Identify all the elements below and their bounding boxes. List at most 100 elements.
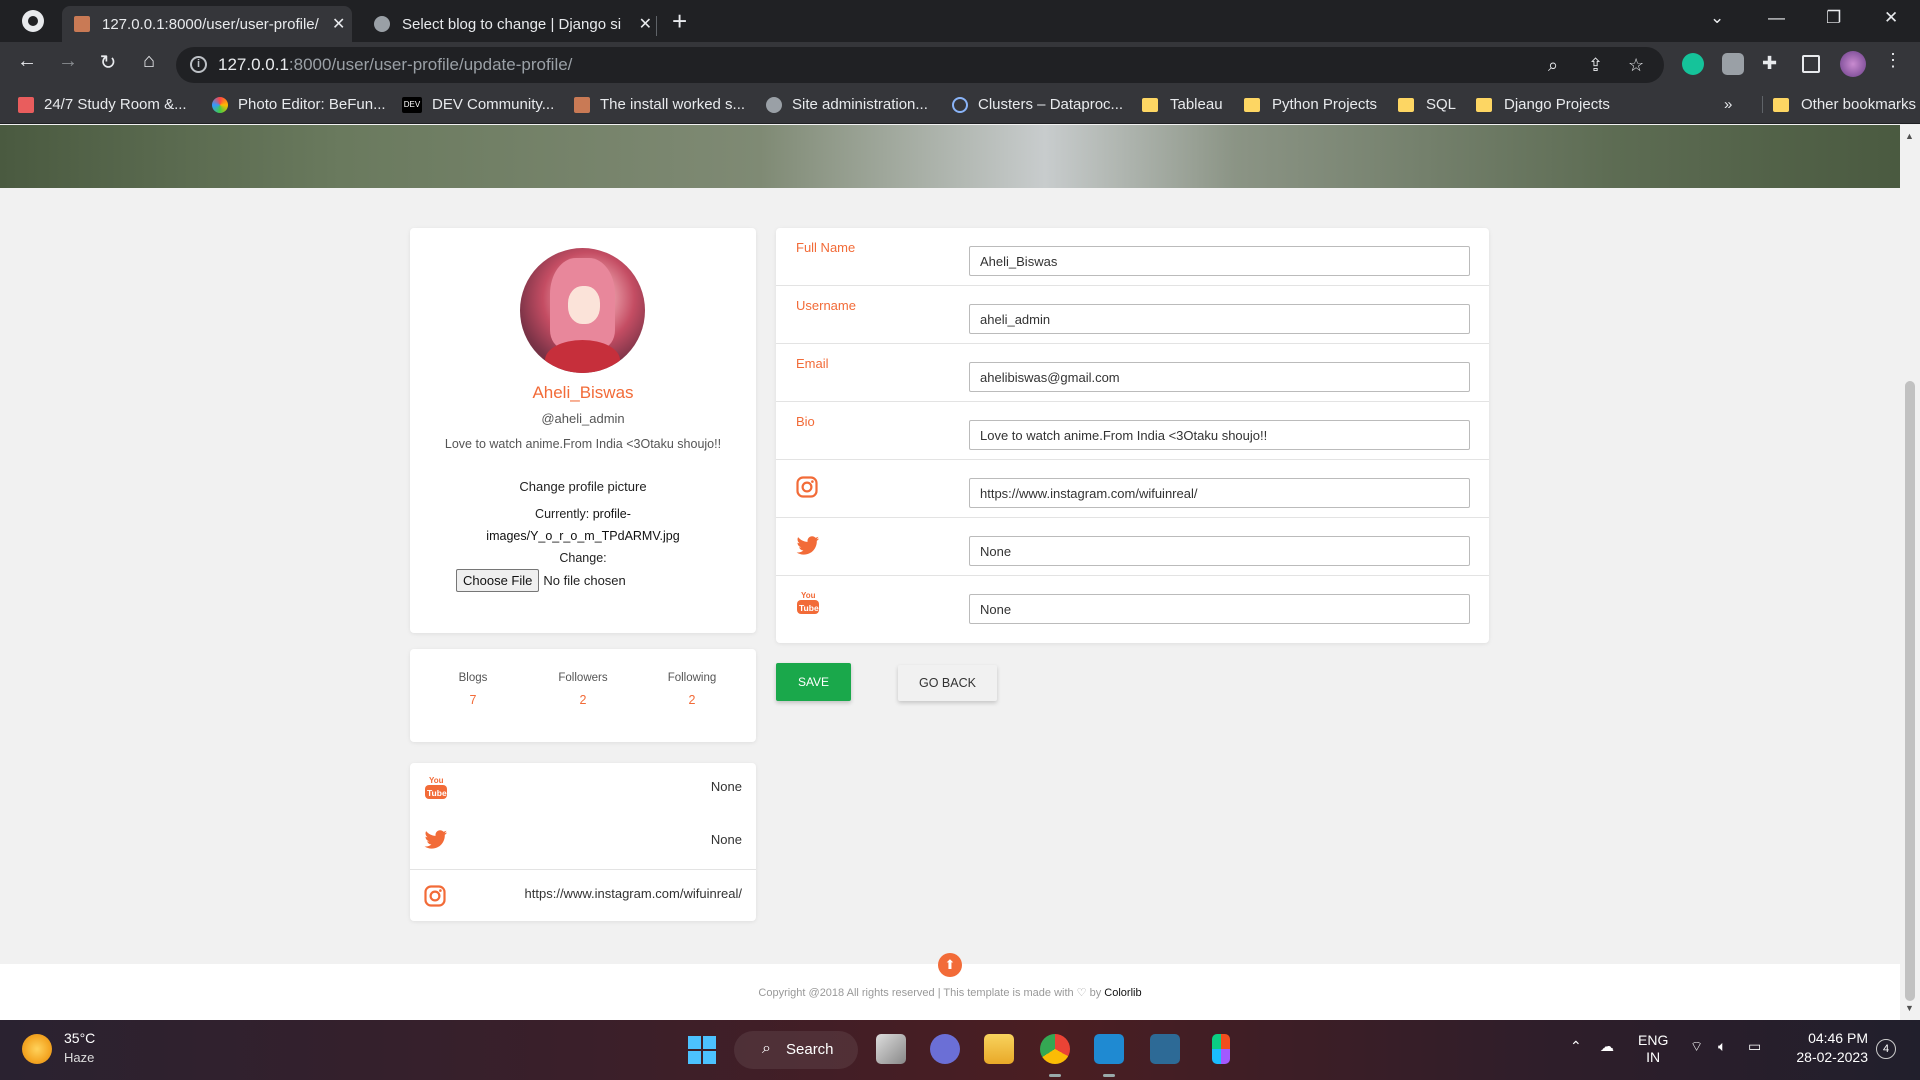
clock[interactable]: 04:46 PM 28-02-2023 xyxy=(1788,1030,1868,1065)
go-back-button[interactable]: GO BACK xyxy=(898,665,997,701)
profile-cover-banner xyxy=(0,125,1900,188)
bookmark-photo-editor[interactable]: Photo Editor: BeFun... xyxy=(212,96,386,113)
mysql-workbench-icon[interactable] xyxy=(1150,1034,1180,1064)
svg-text:You: You xyxy=(429,776,444,785)
wifi-icon[interactable]: ⌔ xyxy=(1690,1038,1703,1056)
notification-badge[interactable]: 4 xyxy=(1876,1039,1896,1059)
scroll-to-top-icon[interactable]: ⬆ xyxy=(938,953,962,977)
social-twitter-row: None xyxy=(410,816,756,866)
onedrive-cloud-icon[interactable]: ☁ xyxy=(1600,1038,1614,1055)
tab-user-profile[interactable]: 127.0.0.1:8000/user/user-profile/ ✕ xyxy=(62,6,352,42)
file-explorer-icon[interactable] xyxy=(984,1034,1014,1064)
choose-file-button[interactable]: Choose File xyxy=(456,569,540,592)
close-tab-icon[interactable]: ✕ xyxy=(639,14,652,34)
profile-name: Aheli_Biswas xyxy=(532,383,634,402)
save-button[interactable]: SAVE xyxy=(776,663,851,701)
bio-label: Bio xyxy=(796,414,815,429)
weather-status[interactable]: Haze xyxy=(64,1050,94,1065)
youtube-field[interactable] xyxy=(969,594,1470,624)
svg-text:Tube: Tube xyxy=(427,788,447,798)
teams-chat-icon[interactable] xyxy=(930,1034,960,1064)
bookmarks-overflow-chevron[interactable]: » xyxy=(1724,96,1732,113)
no-file-text: No file chosen xyxy=(543,573,626,588)
page-scrollbar[interactable]: ▲ ▼ xyxy=(1900,125,1920,1020)
study-room-icon xyxy=(18,96,34,113)
bookmark-dev-community[interactable]: DEV DEV Community... xyxy=(402,96,554,113)
windows-taskbar: 35°C Haze ⌕ Search ⌃ ☁ ENG IN ⌔ 🔈︎ ▭ 04:4… xyxy=(0,1020,1920,1080)
bookmark-install-worked[interactable]: The install worked s... xyxy=(574,96,745,113)
close-tab-icon[interactable]: ✕ xyxy=(332,14,345,34)
bookmark-clusters-dataproc[interactable]: Clusters – Dataproc... xyxy=(952,96,1123,113)
vscode-icon[interactable] xyxy=(1094,1034,1124,1064)
other-bookmarks[interactable]: Other bookmarks xyxy=(1762,96,1916,113)
site-info-icon[interactable]: i xyxy=(190,56,207,73)
weather-temp[interactable]: 35°C xyxy=(64,1030,95,1046)
extensions-puzzle-icon[interactable]: ✚ xyxy=(1762,53,1784,75)
twitter-value: None xyxy=(710,832,742,847)
back-arrow-icon[interactable]: ← xyxy=(12,50,42,73)
instagram-field[interactable] xyxy=(969,478,1470,508)
close-window-icon[interactable]: ✕ xyxy=(1884,8,1898,28)
battery-icon[interactable]: ▭ xyxy=(1748,1038,1761,1055)
volume-icon[interactable]: 🔈︎ xyxy=(1718,1038,1726,1055)
change-picture-title: Change profile picture xyxy=(519,479,647,494)
menu-kebab-icon[interactable]: ⋮ xyxy=(1878,50,1908,71)
colorlib-link[interactable]: Colorlib xyxy=(1104,987,1141,999)
bookmark-python-projects[interactable]: Python Projects xyxy=(1244,96,1377,113)
address-bar[interactable]: i 127.0.0.1:8000/user/user-profile/updat… xyxy=(176,47,1664,83)
folder-icon xyxy=(1142,97,1158,112)
tab-search-chevron-icon[interactable]: ⌄ xyxy=(1710,8,1724,28)
tab-django-admin[interactable]: Select blog to change | Django si ✕ xyxy=(362,6,652,42)
bookmark-site-administration[interactable]: Site administration... xyxy=(766,96,928,113)
avatar[interactable] xyxy=(1840,51,1866,77)
grammarly-extension-icon[interactable] xyxy=(1682,53,1704,75)
stat-following[interactable]: Following 2 xyxy=(637,672,747,707)
weather-sun-icon[interactable] xyxy=(22,1034,52,1064)
social-youtube-row: You Tube None xyxy=(410,763,756,813)
new-tab-icon[interactable]: + xyxy=(672,6,687,37)
language-indicator[interactable]: ENG IN xyxy=(1638,1032,1668,1066)
task-view-icon[interactable] xyxy=(876,1034,906,1064)
reload-icon[interactable]: ↻ xyxy=(93,50,123,75)
taskbar-search[interactable]: ⌕ Search xyxy=(734,1031,858,1069)
windows-start-icon[interactable] xyxy=(688,1036,716,1064)
github-icon[interactable] xyxy=(22,10,44,32)
scroll-down-arrow-icon[interactable]: ▼ xyxy=(1905,1003,1914,1013)
scroll-up-arrow-icon[interactable]: ▲ xyxy=(1905,131,1914,141)
social-instagram-row: https://www.instagram.com/wifuinreal/ xyxy=(410,870,756,920)
tray-chevron-icon[interactable]: ⌃ xyxy=(1570,1038,1582,1055)
side-panel-icon[interactable] xyxy=(1802,55,1820,73)
url-text[interactable]: 127.0.0.1:8000/user/user-profile/update-… xyxy=(218,55,572,75)
share-icon[interactable]: ⇪ xyxy=(1588,55,1603,76)
email-field[interactable] xyxy=(969,362,1470,392)
minimize-icon[interactable]: — xyxy=(1768,8,1785,28)
full-name-field[interactable] xyxy=(969,246,1470,276)
globe-icon xyxy=(766,96,782,113)
befunky-icon xyxy=(212,96,228,113)
stat-blogs[interactable]: Blogs 7 xyxy=(418,672,528,707)
forward-arrow-icon[interactable]: → xyxy=(53,50,83,73)
search-icon: ⌕ xyxy=(762,1040,771,1057)
bookmark-study-room[interactable]: 24/7 Study Room &... xyxy=(18,96,187,113)
chrome-icon[interactable] xyxy=(1040,1034,1070,1064)
email-label: Email xyxy=(796,356,829,371)
bookmark-sql[interactable]: SQL xyxy=(1398,96,1456,113)
bio-field[interactable] xyxy=(969,420,1470,450)
instagram-value[interactable]: https://www.instagram.com/wifuinreal/ xyxy=(525,886,742,901)
email-row: Email xyxy=(776,344,1489,402)
file-input[interactable]: Choose File No file chosen xyxy=(456,569,626,592)
extension-icon[interactable] xyxy=(1722,53,1744,75)
scrollbar-thumb[interactable] xyxy=(1905,381,1915,1001)
twitter-field[interactable] xyxy=(969,536,1470,566)
username-field[interactable] xyxy=(969,304,1470,334)
username-label: Username xyxy=(796,298,856,313)
restore-icon[interactable]: ❐ xyxy=(1826,8,1841,28)
zoom-icon[interactable]: ⌕ xyxy=(1548,55,1558,76)
bookmark-star-icon[interactable]: ☆ xyxy=(1628,55,1644,76)
home-icon[interactable]: ⌂ xyxy=(134,50,164,73)
figma-icon[interactable] xyxy=(1212,1034,1230,1064)
bookmark-tableau[interactable]: Tableau xyxy=(1142,96,1223,113)
bookmark-django-projects[interactable]: Django Projects xyxy=(1476,96,1610,113)
dev-icon: DEV xyxy=(402,96,422,113)
stat-followers[interactable]: Followers 2 xyxy=(528,672,638,707)
